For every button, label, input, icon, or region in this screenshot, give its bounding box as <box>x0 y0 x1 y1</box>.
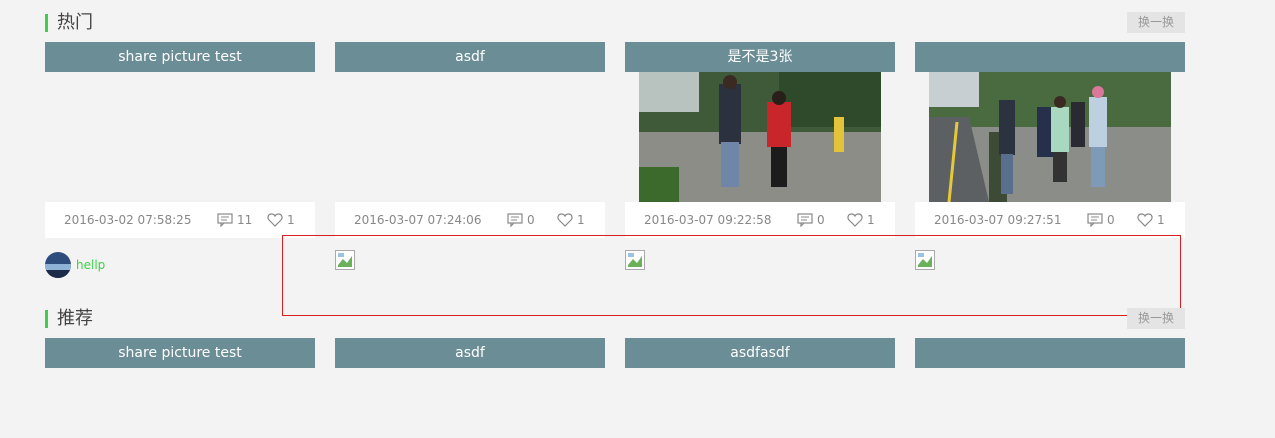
card-thumbnail[interactable] <box>915 72 1185 202</box>
like-count-value: 1 <box>287 213 295 227</box>
comment-count[interactable]: 0 <box>797 202 825 238</box>
recommend-card-2[interactable]: asdf <box>335 338 605 368</box>
author-name[interactable]: hellp <box>76 258 105 272</box>
refresh-recommend-button[interactable]: 换一换 <box>1127 308 1185 329</box>
hot-card-2[interactable]: asdf 2016-03-07 07:24:06 0 1 <box>335 42 605 238</box>
group-photo-image <box>929 72 1171 202</box>
card-date: 2016-03-07 09:22:58 <box>644 213 772 227</box>
card-date: 2016-03-07 07:24:06 <box>354 213 482 227</box>
card-title[interactable] <box>915 42 1185 72</box>
like-count[interactable]: 1 <box>267 202 295 238</box>
heart-icon <box>267 213 283 227</box>
card-date: 2016-03-02 07:58:25 <box>64 213 192 227</box>
card-title[interactable]: asdf <box>335 338 605 368</box>
section-accent-bar <box>45 14 48 32</box>
recommend-card-1[interactable]: share picture test <box>45 338 315 368</box>
comment-count-value: 0 <box>817 213 825 227</box>
author-row[interactable]: hellp <box>45 252 105 278</box>
heart-icon <box>847 213 863 227</box>
heart-icon <box>1137 213 1153 227</box>
comment-count[interactable]: 11 <box>217 202 252 238</box>
card-meta: 2016-03-02 07:58:25 11 1 <box>45 202 315 238</box>
comment-count[interactable]: 0 <box>507 202 535 238</box>
section-title-hot: 热门 <box>57 12 93 33</box>
hot-section-header: 热门 换一换 <box>45 12 1185 34</box>
hot-card-4[interactable]: 2016-03-07 09:27:51 0 1 <box>915 42 1185 238</box>
card-title[interactable]: share picture test <box>45 338 315 368</box>
group-photo-image <box>639 72 881 202</box>
heart-icon <box>557 213 573 227</box>
recommend-section-header: 推荐 换一换 <box>45 308 1185 330</box>
card-title[interactable]: share picture test <box>45 42 315 72</box>
avatar-image <box>45 252 71 278</box>
highlight-box <box>282 235 1181 316</box>
like-count[interactable]: 1 <box>557 202 585 238</box>
refresh-hot-button[interactable]: 换一换 <box>1127 12 1185 33</box>
comment-icon <box>217 213 233 227</box>
card-meta: 2016-03-07 09:22:58 0 1 <box>625 202 895 238</box>
comment-icon <box>797 213 813 227</box>
comment-icon <box>1087 213 1103 227</box>
card-meta: 2016-03-07 07:24:06 0 1 <box>335 202 605 238</box>
card-thumbnail-empty <box>335 72 605 202</box>
card-title[interactable]: asdfasdf <box>625 338 895 368</box>
section-title-recommend: 推荐 <box>57 308 93 329</box>
like-count[interactable]: 1 <box>847 202 875 238</box>
card-title[interactable] <box>915 338 1185 368</box>
like-count[interactable]: 1 <box>1137 202 1165 238</box>
like-count-value: 1 <box>1157 213 1165 227</box>
comment-count-value: 11 <box>237 213 253 227</box>
comment-count[interactable]: 0 <box>1087 202 1115 238</box>
comment-count-value: 0 <box>527 213 535 227</box>
card-title[interactable]: asdf <box>335 42 605 72</box>
recommend-card-3[interactable]: asdfasdf <box>625 338 895 368</box>
avatar[interactable] <box>45 252 71 278</box>
comment-icon <box>507 213 523 227</box>
hot-card-1[interactable]: share picture test 2016-03-02 07:58:25 1… <box>45 42 315 238</box>
hot-card-3[interactable]: 是不是3张 2016-03-07 09:22:58 0 1 <box>625 42 895 238</box>
like-count-value: 1 <box>577 213 585 227</box>
section-accent-bar <box>45 310 48 328</box>
card-title[interactable]: 是不是3张 <box>625 42 895 72</box>
like-count-value: 1 <box>867 213 875 227</box>
card-thumbnail-empty <box>45 72 315 202</box>
recommend-card-4[interactable] <box>915 338 1185 368</box>
card-date: 2016-03-07 09:27:51 <box>934 213 1062 227</box>
card-thumbnail[interactable] <box>625 72 895 202</box>
comment-count-value: 0 <box>1107 213 1115 227</box>
card-meta: 2016-03-07 09:27:51 0 1 <box>915 202 1185 238</box>
